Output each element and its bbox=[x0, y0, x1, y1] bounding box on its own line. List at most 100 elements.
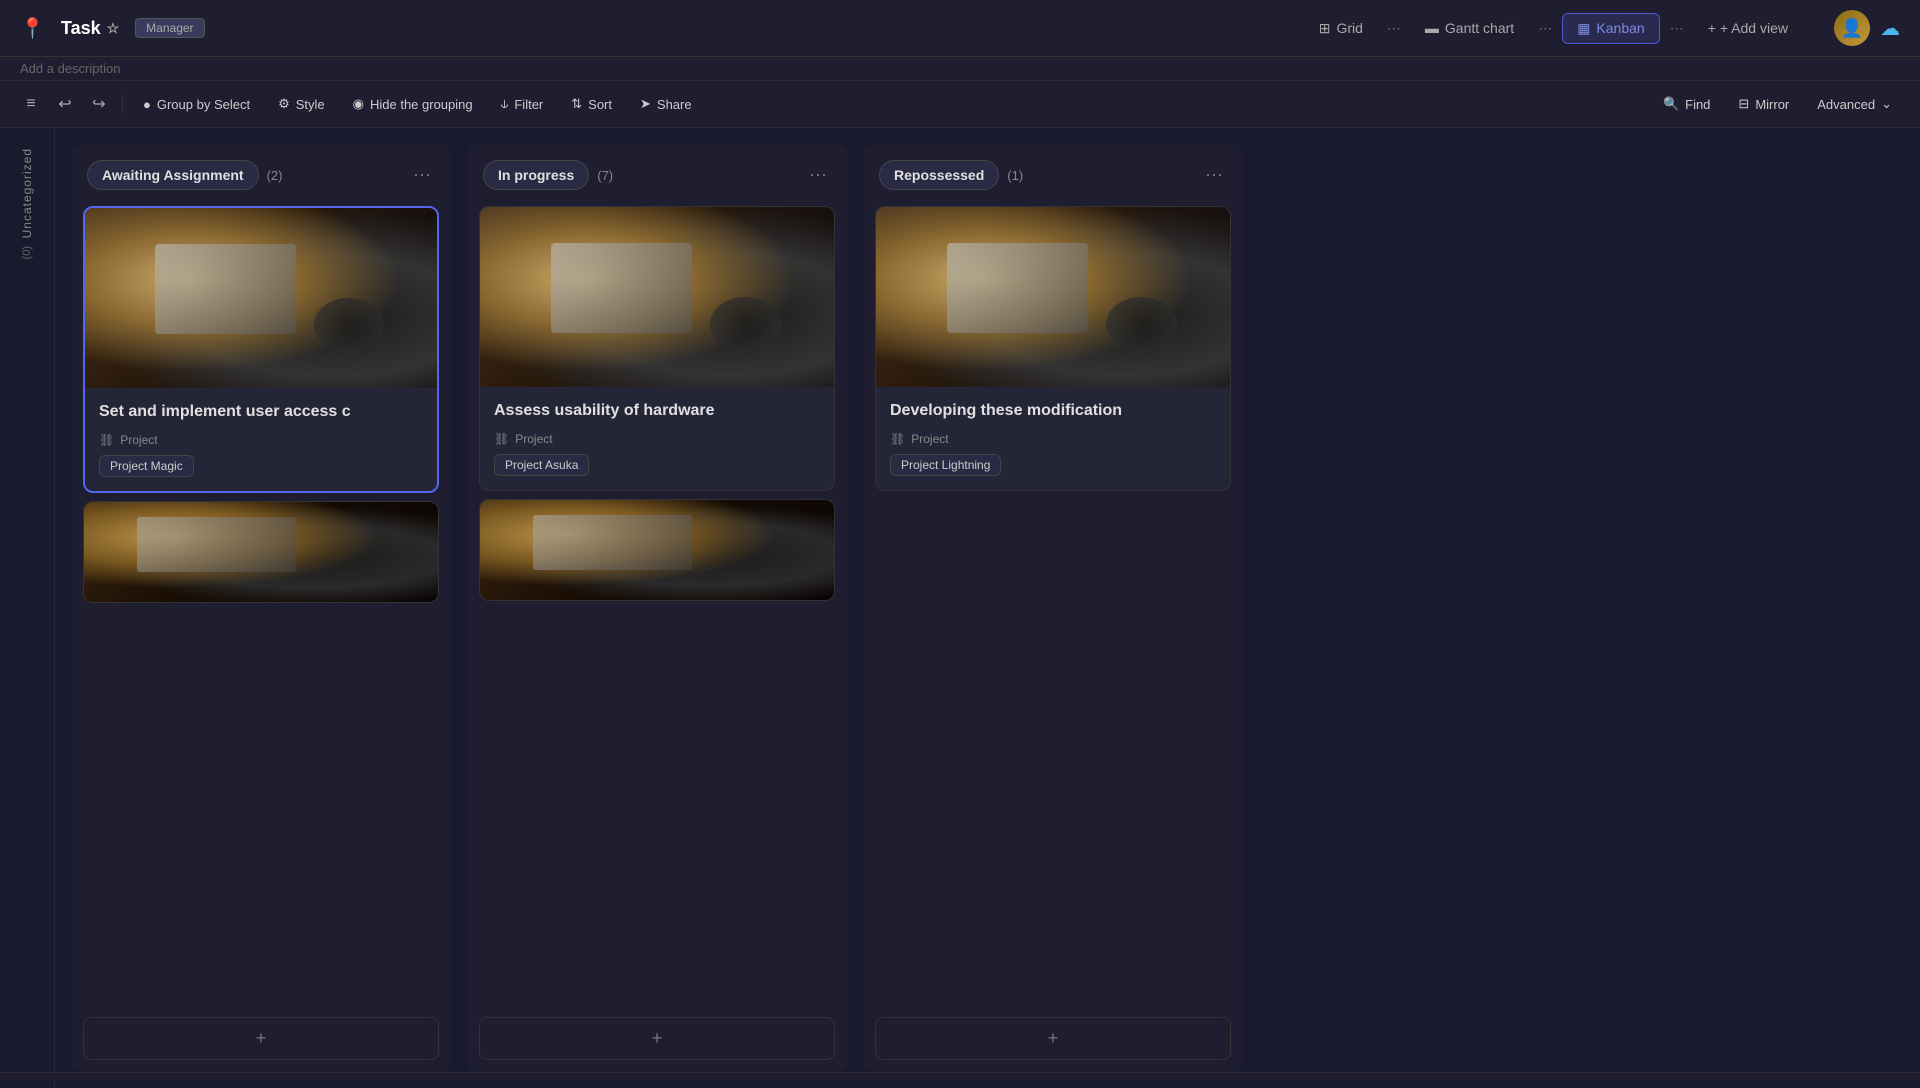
card-repossessed-1-body: Developing these modification ⛓ Project … bbox=[876, 387, 1230, 490]
card-awaiting-1-body: Set and implement user access c ⛓ Projec… bbox=[85, 388, 437, 491]
plus-icon: + bbox=[1708, 20, 1716, 36]
avatar[interactable]: 👤 bbox=[1834, 10, 1870, 46]
advanced-btn[interactable]: Advanced ⌄ bbox=[1805, 90, 1904, 118]
awaiting-title-badge: Awaiting Assignment bbox=[87, 160, 259, 190]
gear-icon: ⚙ bbox=[278, 96, 290, 112]
share-btn[interactable]: ➤ Share bbox=[628, 90, 704, 118]
card-awaiting-2-partial[interactable] bbox=[83, 501, 439, 603]
star-icon[interactable]: ☆ bbox=[107, 20, 120, 37]
bottom-scrollbar[interactable] bbox=[0, 1072, 1920, 1080]
repossessed-title-badge: Repossessed bbox=[879, 160, 999, 190]
card-inprogress-1-project-tag: Project Asuka bbox=[494, 454, 589, 476]
task-title-group: Task ☆ bbox=[61, 18, 119, 39]
card-repossessed-1-title: Developing these modification bbox=[890, 401, 1216, 422]
mirror-btn[interactable]: ⊟ Mirror bbox=[1726, 90, 1801, 118]
repossessed-cards: Developing these modification ⛓ Project … bbox=[863, 206, 1243, 1007]
description-text: Add a description bbox=[20, 61, 120, 76]
card-inprogress-2-partial[interactable] bbox=[479, 499, 835, 601]
left-sidebar: Uncategorized (0) bbox=[0, 128, 55, 1088]
kanban-icon: ▦ bbox=[1577, 20, 1590, 37]
grid-icon: ⊞ bbox=[1319, 20, 1331, 37]
column-header-inprogress: In progress (7) ⋯ bbox=[467, 144, 847, 206]
top-bar: 📍 Task ☆ Manager ⊞ Grid ⋯ ▬ Gantt chart … bbox=[0, 0, 1920, 57]
inprogress-title-badge: In progress bbox=[483, 160, 589, 190]
inprogress-cards: Assess usability of hardware ⛓ Project P… bbox=[467, 206, 847, 1007]
add-view-label: + Add view bbox=[1720, 20, 1788, 36]
cloud-icon: ☁ bbox=[1880, 16, 1900, 41]
find-label: Find bbox=[1685, 97, 1710, 112]
sidebar-count: (0) bbox=[21, 246, 33, 259]
mirror-label: Mirror bbox=[1755, 97, 1789, 112]
kanban-menu-btn[interactable]: ⋯ bbox=[1664, 16, 1690, 41]
add-card-awaiting-btn[interactable]: + bbox=[83, 1017, 439, 1060]
undo-btn[interactable]: ↩ bbox=[50, 89, 80, 119]
group-by-btn[interactable]: ● Group by Select bbox=[131, 91, 262, 118]
toolbar-left: ≡ ↩ ↪ ● Group by Select ⚙ Style ◉ Hide t… bbox=[16, 89, 704, 119]
column-awaiting: Awaiting Assignment (2) ⋯ Set and implem… bbox=[71, 144, 451, 1072]
inprogress-count: (7) bbox=[597, 168, 613, 183]
card-inprogress-1-meta: ⛓ Project bbox=[494, 432, 820, 446]
card-repossessed-1-meta: ⛓ Project bbox=[890, 432, 1216, 446]
grid-menu-btn[interactable]: ⋯ bbox=[1381, 16, 1407, 41]
awaiting-cards: Set and implement user access c ⛓ Projec… bbox=[71, 206, 451, 1007]
tab-kanban[interactable]: ▦ Kanban bbox=[1562, 13, 1660, 44]
sort-btn[interactable]: ⇅ Sort bbox=[559, 90, 624, 118]
column-inprogress: In progress (7) ⋯ Assess usability of ha… bbox=[467, 144, 847, 1072]
tab-grid-label: Grid bbox=[1336, 20, 1362, 36]
gantt-menu-btn[interactable]: ⋯ bbox=[1532, 16, 1558, 41]
card-inprogress-1[interactable]: Assess usability of hardware ⛓ Project P… bbox=[479, 206, 835, 491]
card-awaiting-1-meta: ⛓ Project bbox=[99, 433, 423, 447]
gantt-icon: ▬ bbox=[1425, 20, 1439, 36]
toolbar: ≡ ↩ ↪ ● Group by Select ⚙ Style ◉ Hide t… bbox=[0, 81, 1920, 128]
tab-kanban-label: Kanban bbox=[1596, 20, 1644, 36]
card-repossessed-1-project-label: Project bbox=[911, 432, 948, 446]
link-icon-3: ⛓ bbox=[890, 432, 905, 446]
inprogress-menu-btn[interactable]: ⋯ bbox=[805, 161, 831, 190]
sort-label: Sort bbox=[588, 97, 612, 112]
add-card-inprogress-btn[interactable]: + bbox=[479, 1017, 835, 1060]
card-repossessed-1-image bbox=[876, 207, 1230, 387]
sort-icon: ⇅ bbox=[571, 96, 582, 112]
card-repossessed-1[interactable]: Developing these modification ⛓ Project … bbox=[875, 206, 1231, 491]
card-inprogress-1-body: Assess usability of hardware ⛓ Project P… bbox=[480, 387, 834, 490]
card-repossessed-1-project-tag: Project Lightning bbox=[890, 454, 1001, 476]
share-icon: ➤ bbox=[640, 96, 651, 112]
hide-grouping-label: Hide the grouping bbox=[370, 97, 473, 112]
repossessed-count: (1) bbox=[1007, 168, 1023, 183]
sidebar-category-label: Uncategorized bbox=[20, 148, 34, 238]
card-awaiting-1-project-tag: Project Magic bbox=[99, 455, 194, 477]
hide-grouping-btn[interactable]: ◉ Hide the grouping bbox=[341, 90, 485, 118]
add-card-repossessed-btn[interactable]: + bbox=[875, 1017, 1231, 1060]
plus-icon-inprogress: + bbox=[652, 1028, 663, 1049]
repossessed-menu-btn[interactable]: ⋯ bbox=[1201, 161, 1227, 190]
link-icon: ⛓ bbox=[99, 433, 114, 447]
card-awaiting-1[interactable]: Set and implement user access c ⛓ Projec… bbox=[83, 206, 439, 493]
card-awaiting-1-project-label: Project bbox=[120, 433, 157, 447]
style-btn[interactable]: ⚙ Style bbox=[266, 90, 337, 118]
tab-gantt[interactable]: ▬ Gantt chart bbox=[1411, 14, 1528, 42]
divider-1 bbox=[122, 94, 123, 114]
top-bar-right: 👤 ☁ bbox=[1834, 10, 1900, 46]
plus-icon-repossessed: + bbox=[1048, 1028, 1059, 1049]
card-inprogress-1-title: Assess usability of hardware bbox=[494, 401, 820, 422]
share-label: Share bbox=[657, 97, 692, 112]
subtitle[interactable]: Add a description bbox=[0, 57, 1920, 81]
awaiting-menu-btn[interactable]: ⋯ bbox=[409, 161, 435, 190]
nav-menu-btn[interactable]: ≡ bbox=[16, 89, 46, 119]
add-view-button[interactable]: + + Add view bbox=[1694, 14, 1802, 42]
card-awaiting-1-image bbox=[85, 208, 437, 388]
chevron-down-icon: ⌄ bbox=[1881, 96, 1892, 112]
kanban-container: Awaiting Assignment (2) ⋯ Set and implem… bbox=[55, 128, 1920, 1088]
card-inprogress-2-image bbox=[480, 500, 834, 600]
awaiting-count: (2) bbox=[267, 168, 283, 183]
find-btn[interactable]: 🔍 Find bbox=[1651, 90, 1722, 118]
style-label: Style bbox=[296, 97, 325, 112]
card-awaiting-2-image bbox=[84, 502, 438, 602]
plus-icon-awaiting: + bbox=[256, 1028, 267, 1049]
filter-icon: ⫝ bbox=[501, 96, 509, 112]
card-inprogress-1-project-label: Project bbox=[515, 432, 552, 446]
filter-btn[interactable]: ⫝ Filter bbox=[489, 90, 556, 118]
group-by-label: Group by Select bbox=[157, 97, 250, 112]
tab-grid[interactable]: ⊞ Grid bbox=[1305, 14, 1377, 43]
redo-btn[interactable]: ↪ bbox=[84, 89, 114, 119]
